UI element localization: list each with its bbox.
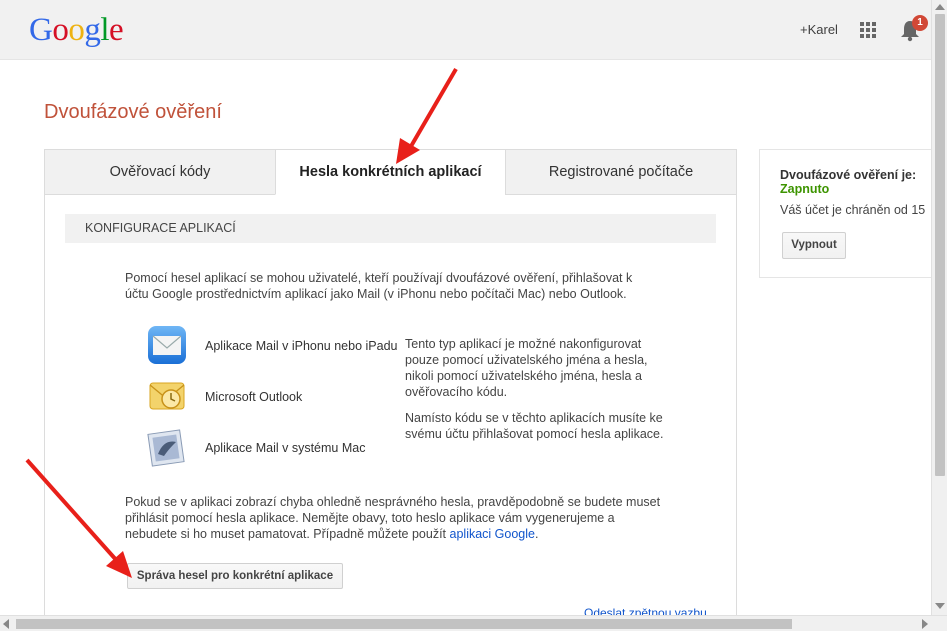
vertical-scroll-thumb[interactable] — [935, 14, 945, 476]
notification-count-badge[interactable]: 1 — [912, 15, 928, 31]
status-description: Váš účet je chráněn od 15 — [780, 203, 926, 217]
vertical-scrollbar[interactable] — [931, 0, 947, 615]
user-link[interactable]: +Karel — [800, 22, 838, 37]
horizontal-scroll-thumb[interactable] — [16, 619, 792, 629]
tab-bar: Ověřovací kódy Hesla konkrétních aplikac… — [44, 149, 737, 195]
status-title: Dvoufázové ověření je: — [780, 168, 917, 182]
top-bar: Google +Karel 1 — [0, 0, 931, 60]
outro-text: Pokud se v aplikaci zobrazí chyba ohledn… — [125, 494, 670, 542]
outro-end: . — [534, 527, 539, 541]
outlook-icon — [149, 382, 185, 410]
horizontal-scrollbar[interactable] — [0, 615, 947, 631]
two-step-status-box: Dvoufázové ověření je: Zapnuto Váš účet … — [759, 149, 931, 278]
iphone-mail-icon — [148, 326, 186, 364]
logo-letter: e — [109, 12, 124, 48]
note-paragraph-2: Namísto kódu se v těchto aplikacích musí… — [405, 411, 664, 441]
mac-mail-icon — [147, 429, 185, 467]
scroll-down-icon[interactable] — [935, 603, 945, 609]
scroll-right-icon[interactable] — [922, 619, 928, 629]
page-title: Dvoufázové ověření — [44, 101, 222, 123]
disable-button[interactable]: Vypnout — [782, 232, 846, 259]
logo-letter: o — [52, 12, 69, 48]
manage-app-passwords-button[interactable]: Správa hesel pro konkrétní aplikace — [127, 563, 343, 589]
apps-grid-icon[interactable] — [860, 22, 877, 39]
section-heading: KONFIGURACE APLIKACÍ — [65, 214, 716, 243]
app-type-note: Tento typ aplikací je možné nakonfigurov… — [405, 336, 665, 452]
intro-text: Pomocí hesel aplikací se mohou uživatelé… — [125, 271, 633, 301]
logo-letter: g — [84, 12, 101, 48]
google-logo[interactable]: Google — [29, 12, 124, 49]
scroll-up-icon[interactable] — [935, 4, 945, 10]
google-app-link[interactable]: aplikaci Google — [450, 527, 535, 541]
logo-letter: o — [68, 12, 85, 48]
app-label-iphone-mail: Aplikace Mail v iPhonu nebo iPadu — [205, 339, 398, 353]
tab-app-passwords[interactable]: Hesla konkrétních aplikací — [275, 149, 506, 195]
status-value: Zapnuto — [780, 182, 830, 196]
note-paragraph-1: Tento typ aplikací je možné nakonfigurov… — [405, 337, 648, 399]
app-label-mac-mail: Aplikace Mail v systému Mac — [205, 441, 366, 455]
outro-body: Pokud se v aplikaci zobrazí chyba ohledn… — [125, 495, 661, 541]
logo-letter: l — [100, 12, 110, 48]
logo-letter: G — [29, 12, 53, 48]
scroll-left-icon[interactable] — [3, 619, 9, 629]
tab-verification-codes[interactable]: Ověřovací kódy — [44, 149, 276, 195]
tab-registered-computers[interactable]: Registrované počítače — [505, 149, 737, 195]
app-label-outlook: Microsoft Outlook — [205, 390, 303, 404]
